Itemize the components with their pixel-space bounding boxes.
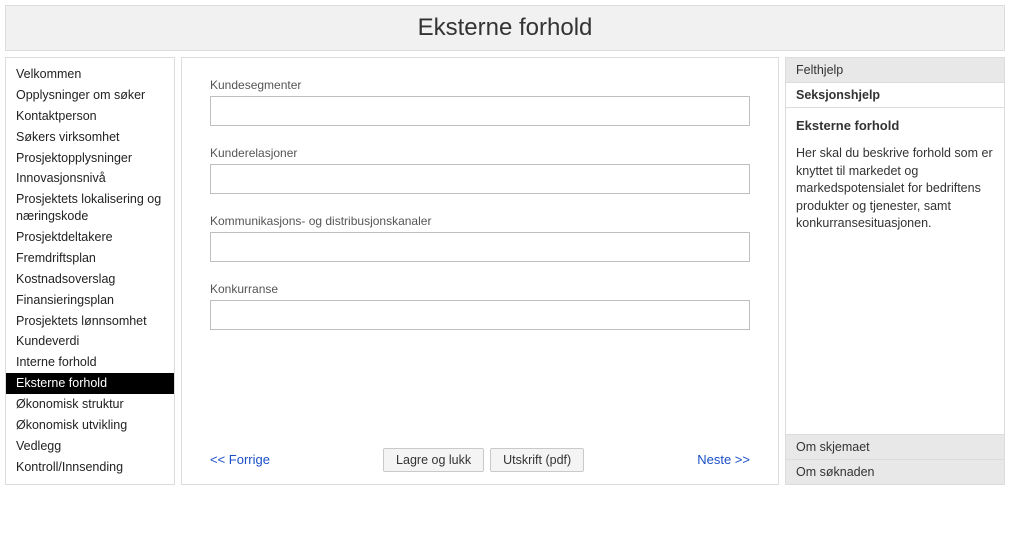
sidebar-item-9[interactable]: Kostnadsoverslag: [6, 269, 174, 290]
sidebar-item-14[interactable]: Eksterne forhold: [6, 373, 174, 394]
sidebar-nav: VelkommenOpplysninger om søkerKontaktper…: [5, 57, 175, 485]
field-input-0[interactable]: [210, 96, 750, 126]
sidebar-item-3[interactable]: Søkers virksomhet: [6, 127, 174, 148]
field-group-0: Kundesegmenter: [210, 78, 750, 126]
help-link-om-skjemaet[interactable]: Om skjemaet: [786, 434, 1004, 459]
sidebar-item-17[interactable]: Vedlegg: [6, 436, 174, 457]
sidebar-item-1[interactable]: Opplysninger om søker: [6, 85, 174, 106]
save-close-button[interactable]: Lagre og lukk: [383, 448, 484, 472]
sidebar-item-5[interactable]: Innovasjonsnivå: [6, 168, 174, 189]
next-link[interactable]: Neste >>: [697, 452, 750, 467]
field-label-2: Kommunikasjons- og distribusjonskanaler: [210, 214, 750, 228]
sidebar-item-7[interactable]: Prosjektdeltakere: [6, 227, 174, 248]
page-title: Eksterne forhold: [6, 14, 1004, 42]
sidebar-item-15[interactable]: Økonomisk struktur: [6, 394, 174, 415]
sidebar-item-6[interactable]: Prosjektets lokalisering og næringskode: [6, 189, 174, 227]
sidebar-item-2[interactable]: Kontaktperson: [6, 106, 174, 127]
sidebar-item-16[interactable]: Økonomisk utvikling: [6, 415, 174, 436]
sidebar-item-10[interactable]: Finansieringsplan: [6, 290, 174, 311]
field-input-3[interactable]: [210, 300, 750, 330]
sidebar-item-13[interactable]: Interne forhold: [6, 352, 174, 373]
field-input-2[interactable]: [210, 232, 750, 262]
field-group-3: Konkurranse: [210, 282, 750, 330]
sidebar-item-12[interactable]: Kundeverdi: [6, 331, 174, 352]
sidebar-item-11[interactable]: Prosjektets lønnsomhet: [6, 311, 174, 332]
field-group-2: Kommunikasjons- og distribusjonskanaler: [210, 214, 750, 262]
help-link-om-soknaden[interactable]: Om søknaden: [786, 459, 1004, 484]
prev-link[interactable]: << Forrige: [210, 452, 270, 467]
sidebar-item-4[interactable]: Prosjektopplysninger: [6, 148, 174, 169]
field-label-3: Konkurranse: [210, 282, 750, 296]
sidebar-item-8[interactable]: Fremdriftsplan: [6, 248, 174, 269]
sidebar-item-18[interactable]: Kontroll/Innsending: [6, 457, 174, 478]
field-label-0: Kundesegmenter: [210, 78, 750, 92]
help-section-title: Eksterne forhold: [796, 118, 994, 133]
help-tab-seksjonshjelp[interactable]: Seksjonshjelp: [786, 83, 1004, 108]
help-section-body: Her skal du beskrive forhold som er knyt…: [796, 145, 994, 233]
page-header: Eksterne forhold: [5, 5, 1005, 51]
form-footer: << Forrige Lagre og lukk Utskrift (pdf) …: [210, 438, 750, 472]
field-label-1: Kunderelasjoner: [210, 146, 750, 160]
print-pdf-button[interactable]: Utskrift (pdf): [490, 448, 584, 472]
sidebar-item-0[interactable]: Velkommen: [6, 64, 174, 85]
field-group-1: Kunderelasjoner: [210, 146, 750, 194]
form-panel: Kundesegmenter Kunderelasjoner Kommunikasj…: [181, 57, 779, 485]
help-panel: Felthjelp Seksjonshjelp Eksterne forhold…: [785, 57, 1005, 485]
field-input-1[interactable]: [210, 164, 750, 194]
help-tab-felthjelp[interactable]: Felthjelp: [786, 58, 1004, 83]
